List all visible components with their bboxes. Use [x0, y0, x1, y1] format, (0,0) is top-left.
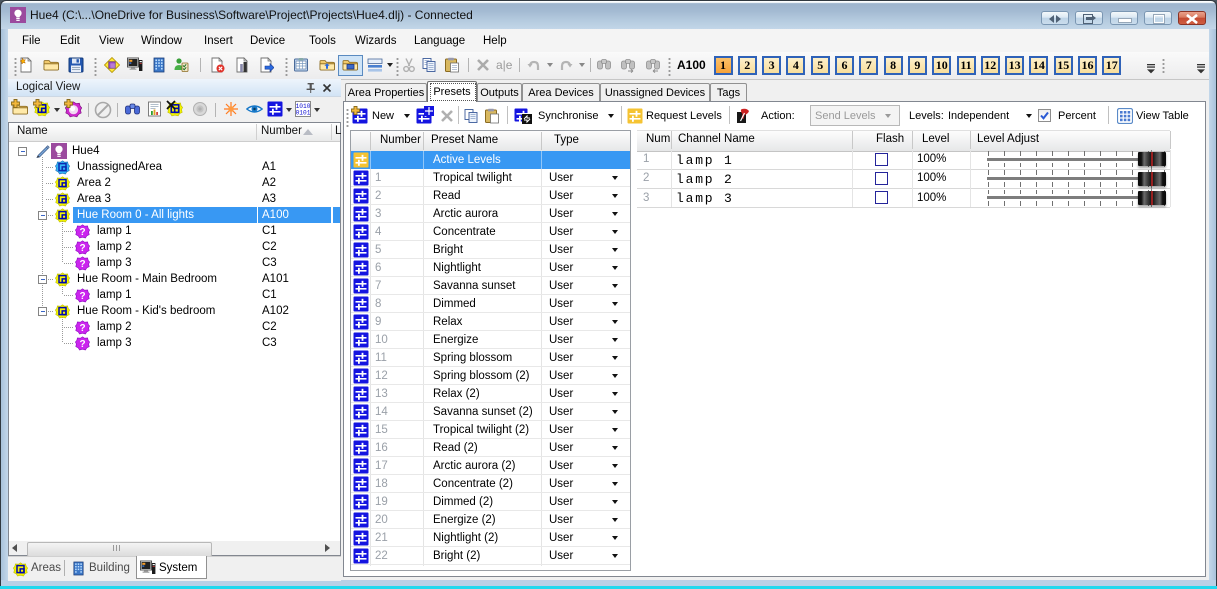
svg-text:0101: 0101 [296, 110, 311, 117]
svg-text:?: ? [79, 227, 85, 238]
svg-text:?: ? [79, 259, 85, 270]
svg-text:?: ? [79, 323, 85, 334]
svg-text:?: ? [79, 339, 85, 350]
svg-text:?: ? [79, 243, 85, 254]
svg-text:?: ? [79, 291, 85, 302]
